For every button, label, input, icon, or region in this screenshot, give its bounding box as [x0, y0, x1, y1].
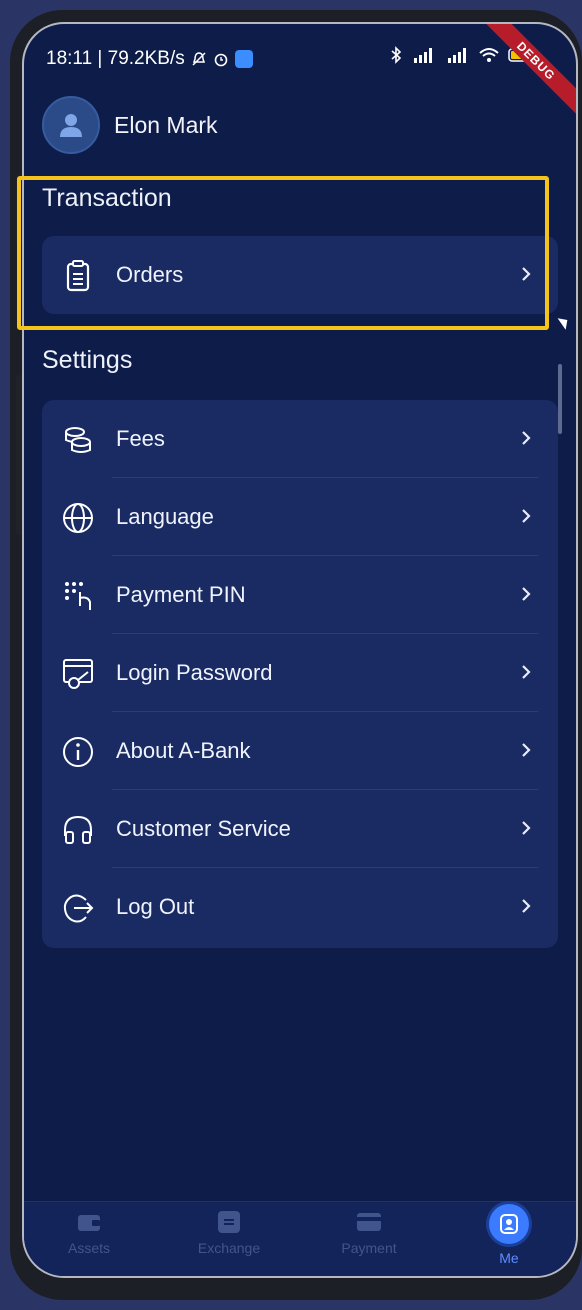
bluetooth-icon: [391, 46, 402, 64]
customer-service-label: Customer Service: [116, 816, 291, 841]
wallet-icon: [78, 1215, 100, 1231]
chevron-right-icon: [522, 899, 531, 913]
login-password-label: Login Password: [116, 660, 273, 685]
headset-icon: [64, 815, 92, 844]
chevron-right-icon: [522, 743, 531, 757]
tab-payment-label: Payment: [341, 1240, 397, 1256]
key-icon: [63, 659, 93, 689]
mute-icon: [192, 52, 206, 66]
coins-icon: [65, 427, 91, 453]
chevron-right-icon: [522, 509, 531, 523]
settings-card: Fees Language Payment PIN Login Password…: [42, 400, 558, 948]
exchange-icon: [218, 1211, 240, 1233]
about-label: About A-Bank: [116, 738, 251, 763]
tab-assets[interactable]: Assets: [44, 1208, 134, 1256]
signal-icon: [414, 48, 432, 63]
chevron-right-icon: [522, 431, 531, 445]
user-icon: [60, 114, 82, 137]
user-icon: [489, 1204, 529, 1244]
scrollbar[interactable]: [558, 364, 562, 434]
chevron-right-icon: [522, 821, 531, 835]
debug-banner: DEBUG: [480, 24, 576, 117]
app-notification-icon: [234, 50, 253, 68]
card-icon: [357, 1213, 381, 1231]
signal-icon: [448, 48, 466, 63]
status-bar: 18:11 | 79.2KB/s DEBUG: [24, 24, 576, 117]
tab-me[interactable]: Me: [464, 1204, 554, 1266]
tab-payment[interactable]: Payment: [324, 1208, 414, 1256]
user-name: Elon Mark: [114, 111, 218, 138]
settings-title: Settings: [42, 346, 133, 374]
fees-label: Fees: [116, 426, 165, 451]
about-item[interactable]: About A-Bank: [42, 712, 558, 790]
avatar[interactable]: [42, 96, 100, 154]
logout-label: Log Out: [116, 894, 195, 919]
chevron-right-icon: [522, 587, 531, 601]
logout-item[interactable]: Log Out: [42, 868, 558, 946]
tab-me-label: Me: [499, 1250, 519, 1266]
login-password-item[interactable]: Login Password: [42, 634, 558, 712]
tab-exchange-label: Exchange: [197, 1240, 261, 1256]
tab-exchange[interactable]: Exchange: [184, 1208, 274, 1256]
payment-pin-item[interactable]: Payment PIN: [42, 556, 558, 634]
fees-item[interactable]: Fees: [42, 400, 558, 478]
payment-pin-label: Payment PIN: [116, 582, 246, 607]
highlight-box: [17, 176, 549, 330]
time-speed: 18:11 | 79.2KB/s: [46, 48, 185, 69]
logout-icon: [63, 894, 94, 923]
status-left: 18:11 | 79.2KB/s: [46, 48, 253, 70]
bottom-tab-bar: Assets Exchange Payment Me: [24, 1201, 576, 1276]
globe-icon: [63, 503, 93, 533]
alarm-icon: [214, 53, 228, 67]
tab-assets-label: Assets: [67, 1240, 110, 1256]
chevron-right-icon: [522, 665, 531, 679]
profile-header[interactable]: Elon Mark: [42, 96, 218, 154]
customer-service-item[interactable]: Customer Service: [42, 790, 558, 868]
language-label: Language: [116, 504, 214, 529]
wifi-icon: [479, 48, 499, 62]
language-item[interactable]: Language: [42, 478, 558, 556]
info-icon: [63, 737, 93, 767]
keypad-icon: [65, 582, 91, 610]
